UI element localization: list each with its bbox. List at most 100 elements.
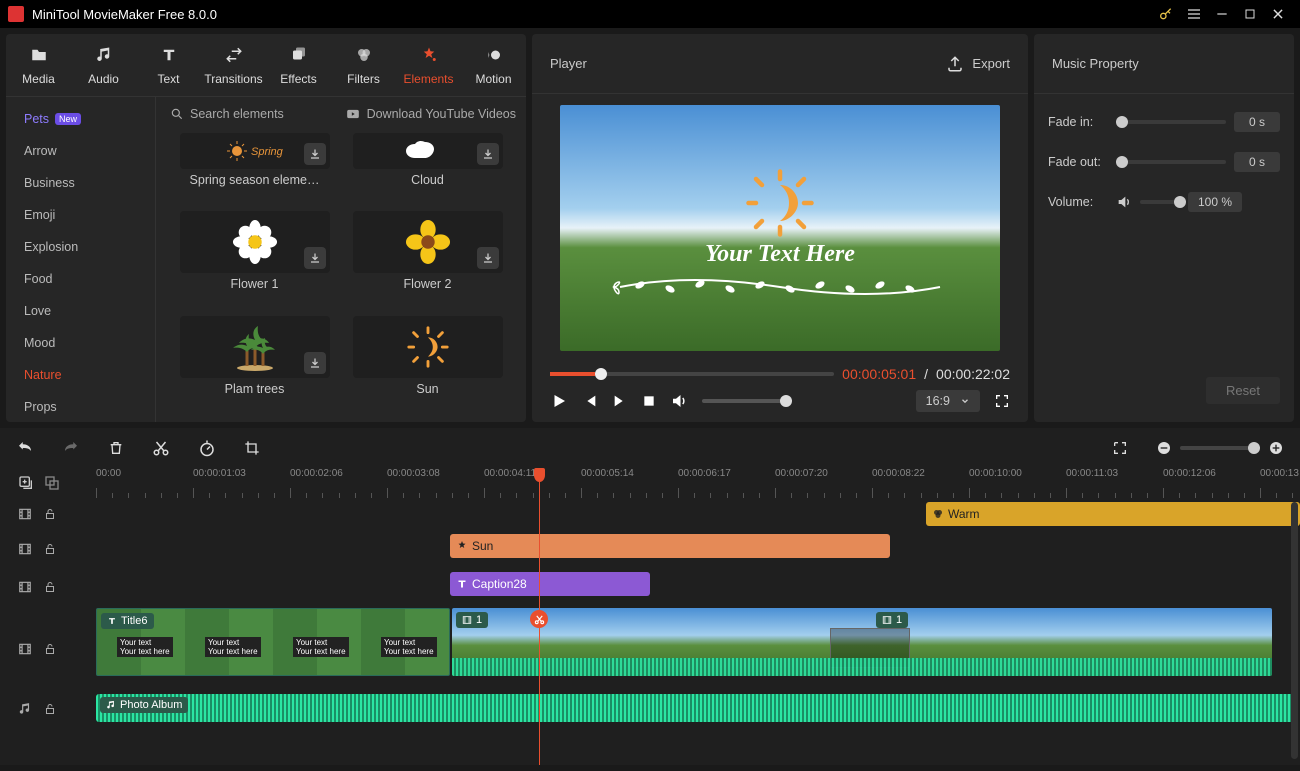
stop-button[interactable] [642,394,656,408]
ribbon-transitions[interactable]: Transitions [201,40,266,90]
crop-button[interactable] [244,440,260,456]
split-button[interactable] [152,439,170,457]
clip-video-title[interactable]: Title6 Your textYour text here Your text… [96,608,450,676]
lock-icon[interactable] [44,702,56,716]
volume-prop-slider[interactable] [1140,200,1180,204]
ribbon-text[interactable]: Text [136,40,201,90]
element-item[interactable]: Cloud [349,133,506,205]
elements-grid: Spring Spring season eleme… Cloud Flower… [156,131,526,422]
undo-button[interactable] [16,439,34,457]
download-youtube-button[interactable]: Download YouTube Videos [345,107,516,121]
download-icon[interactable] [304,143,326,165]
volume-value[interactable]: 100 % [1188,192,1242,212]
ribbon-elements[interactable]: Elements [396,40,461,90]
volume-button[interactable] [670,392,688,410]
license-key-button[interactable] [1152,0,1180,28]
zoom-in-button[interactable] [1268,440,1284,456]
fit-button[interactable] [1112,440,1128,456]
player-panel: Player Export Your Text Here 00:00:05:01… [532,34,1028,422]
zoom-slider[interactable] [1180,446,1260,450]
add-track-button[interactable] [18,475,34,491]
zoom-out-button[interactable] [1156,440,1172,456]
category-mood[interactable]: Mood [6,327,155,359]
category-emoji[interactable]: Emoji [6,199,155,231]
category-explosion[interactable]: Explosion [6,231,155,263]
timeline-scrollbar[interactable] [1291,502,1298,759]
category-arrow[interactable]: Arrow [6,135,155,167]
clip-video-main[interactable]: 1 1 [452,608,1272,676]
download-icon[interactable] [477,247,499,269]
player-title: Player [550,56,587,71]
download-icon[interactable] [477,143,499,165]
element-item[interactable]: Plam trees [176,316,333,414]
reset-button[interactable]: Reset [1206,377,1280,404]
track-layers-button[interactable] [44,475,60,491]
playhead[interactable] [539,468,540,765]
search-input[interactable]: Search elements [166,101,335,127]
clip-audio[interactable]: Photo Album [96,694,1296,722]
music-track-icon [18,702,32,716]
media-panel: Media Audio Text Transitions Effects Fil… [6,34,526,422]
export-button[interactable]: Export [946,55,1010,73]
fullscreen-button[interactable] [994,393,1010,409]
motion-icon [483,44,505,66]
sun-overlay-icon [744,167,816,239]
category-business[interactable]: Business [6,167,155,199]
clip-caption[interactable]: Caption28 [450,572,650,596]
category-pets[interactable]: PetsNew [6,103,155,135]
menu-button[interactable] [1180,0,1208,28]
ribbon: Media Audio Text Transitions Effects Fil… [6,34,526,97]
ribbon-audio[interactable]: Audio [71,40,136,90]
lock-icon[interactable] [44,542,56,556]
scissor-icon[interactable] [530,610,548,628]
film-icon [18,580,32,594]
minimize-button[interactable] [1208,0,1236,28]
time-sep: / [924,366,928,382]
element-item[interactable]: Flower 2 [349,211,506,309]
preview-canvas[interactable]: Your Text Here [560,105,1000,351]
category-nature[interactable]: Nature [6,359,155,391]
element-item[interactable]: Flower 1 [176,211,333,309]
properties-title: Music Property [1034,34,1294,94]
redo-button[interactable] [62,439,80,457]
ribbon-filters[interactable]: Filters [331,40,396,90]
download-icon[interactable] [304,352,326,374]
fade-out-value[interactable]: 0 s [1234,152,1280,172]
category-props[interactable]: Props [6,391,155,422]
text-clip-icon [456,578,468,590]
ribbon-effects[interactable]: Effects [266,40,331,90]
fade-in-value[interactable]: 0 s [1234,112,1280,132]
lock-icon[interactable] [44,642,56,656]
ribbon-motion[interactable]: Motion [461,40,526,90]
sparkle-clip-icon [456,540,468,552]
volume-slider[interactable] [702,399,792,403]
timeline: 00:0000:00:01:0300:00:02:0600:00:03:0800… [0,428,1300,765]
ribbon-media[interactable]: Media [6,40,71,90]
clip-sun[interactable]: Sun [450,534,890,558]
delete-button[interactable] [108,439,124,457]
timeline-ruler[interactable]: 00:0000:00:01:0300:00:02:0600:00:03:0800… [90,468,1300,498]
lock-icon[interactable] [44,507,56,521]
next-frame-button[interactable] [612,393,628,409]
progress-slider[interactable] [550,372,834,376]
fade-out-slider[interactable] [1116,160,1226,164]
element-item[interactable]: Sun [349,316,506,414]
category-food[interactable]: Food [6,263,155,295]
cloud-thumb-icon [403,138,453,164]
element-item[interactable]: Spring Spring season eleme… [176,133,333,205]
play-button[interactable] [550,392,568,410]
category-love[interactable]: Love [6,295,155,327]
fade-in-slider[interactable] [1116,120,1226,124]
close-button[interactable] [1264,0,1292,28]
palm-thumb-icon [227,322,283,372]
speed-button[interactable] [198,439,216,457]
prev-frame-button[interactable] [582,393,598,409]
svg-text:Spring: Spring [251,146,284,158]
download-icon[interactable] [304,247,326,269]
lock-icon[interactable] [44,580,56,594]
timeline-tracks[interactable]: 00:0000:00:01:0300:00:02:0600:00:03:0800… [90,468,1300,765]
clip-warm[interactable]: Warm [926,502,1300,526]
flower2-thumb-icon [405,219,451,265]
maximize-button[interactable] [1236,0,1264,28]
aspect-ratio-select[interactable]: 16:9 [916,390,980,412]
